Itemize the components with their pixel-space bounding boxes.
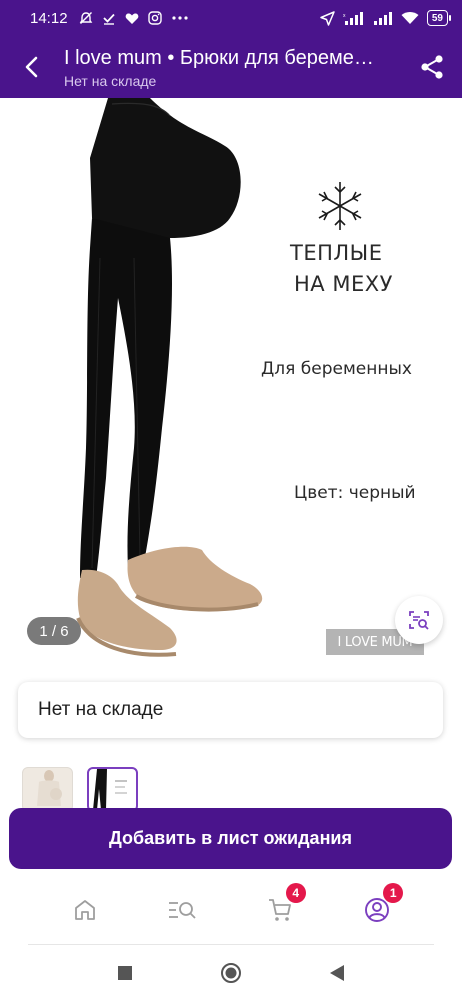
back-system-button[interactable] <box>325 961 349 985</box>
thumbnail-strip <box>22 767 138 812</box>
cart-icon <box>268 899 291 921</box>
thumbnail-photo <box>93 769 127 810</box>
image-counter: 1 / 6 <box>27 617 81 645</box>
share-icon <box>421 55 443 79</box>
thumbnail-photo <box>37 770 62 806</box>
pregnant-label: Для беременных <box>261 359 412 379</box>
wifi-icon <box>401 11 419 25</box>
recents-button[interactable] <box>113 961 137 985</box>
thumbnail-1[interactable] <box>22 767 73 812</box>
instagram-icon <box>147 11 162 25</box>
app-header: I love mum • Брюки для беременных Нет на… <box>0 36 462 98</box>
heart-icon <box>125 12 139 25</box>
stock-status-card: Нет на складе <box>18 682 443 738</box>
nav-cart[interactable]: 4 <box>260 883 306 930</box>
header-title-block: I love mum • Брюки для беременных Нет на… <box>64 45 402 89</box>
nav-catalog[interactable] <box>162 890 202 930</box>
svg-text:x: x <box>343 13 346 19</box>
home-system-button[interactable] <box>219 961 243 985</box>
visual-search-button[interactable] <box>395 596 443 644</box>
catalog-search-icon <box>169 902 196 919</box>
warm-label-line1: ТЕПЛЫЕ <box>290 241 383 265</box>
color-label: Цвет: черный <box>294 483 416 503</box>
nav-profile[interactable]: 1 <box>357 883 404 930</box>
stock-status-text: Нет на складе <box>38 699 164 720</box>
location-arrow-icon <box>320 10 335 26</box>
warm-label-line2: НА МЕХУ <box>294 272 393 296</box>
profile-badge: 1 <box>383 883 404 903</box>
thumbnail-2[interactable] <box>87 767 138 812</box>
back-arrow-icon <box>25 56 38 78</box>
battery-icon: 59 <box>426 10 452 26</box>
square-icon <box>118 965 132 980</box>
status-bar: 14:12 x 59 <box>0 0 462 36</box>
check-icon <box>102 11 116 25</box>
visual-search-icon <box>409 611 429 630</box>
snowflake-icon <box>318 182 362 230</box>
page-title: I love mum • Брюки для беременных <box>64 47 384 69</box>
add-to-waitlist-button[interactable]: Добавить в лист ожидания <box>9 808 452 869</box>
cart-badge: 4 <box>285 883 306 903</box>
product-image[interactable]: ТЕПЛЫЕ НА МЕХУ Для беременных Цвет: черн… <box>30 98 432 662</box>
signal-icon: x <box>343 11 365 25</box>
triangle-back-icon <box>330 964 344 981</box>
product-photo <box>76 98 362 657</box>
home-icon <box>74 900 95 920</box>
page-subtitle: Нет на складе <box>64 73 157 89</box>
muted-alarm-icon <box>79 11 93 25</box>
bottom-nav: 4 1 <box>0 876 462 944</box>
signal-icon <box>373 11 393 25</box>
nav-home[interactable] <box>65 890 105 930</box>
back-button[interactable] <box>0 36 64 98</box>
share-button[interactable] <box>402 36 462 98</box>
circle-icon <box>221 962 241 983</box>
system-nav-bar <box>0 945 462 1000</box>
more-dots-icon <box>171 15 189 21</box>
status-time: 14:12 <box>30 9 68 27</box>
